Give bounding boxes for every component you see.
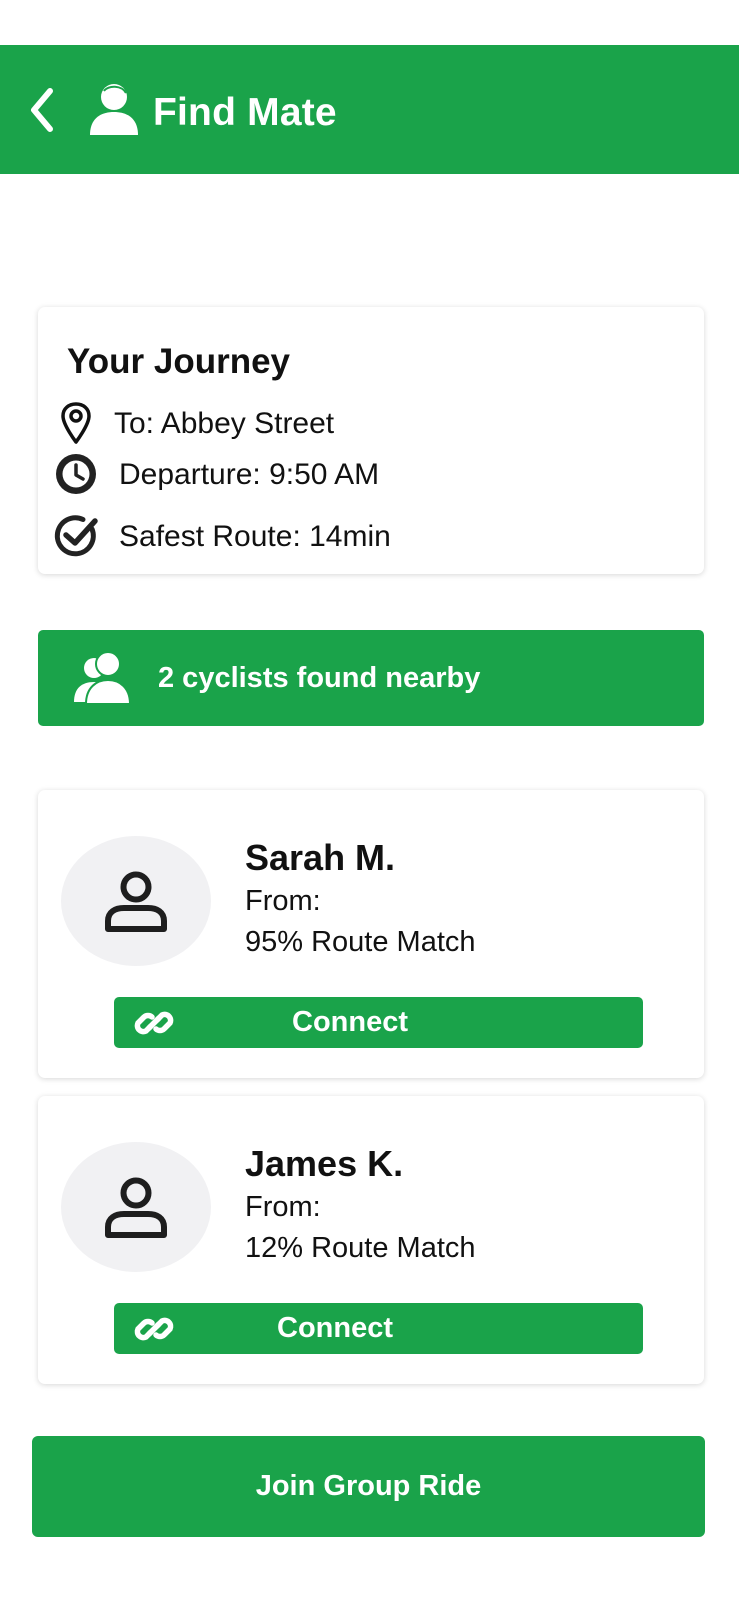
app-header: Find Mate: [0, 45, 739, 174]
destination-row: To: Abbey Street: [52, 399, 692, 449]
mate-route-match: 95% Route Match: [245, 926, 476, 958]
back-button[interactable]: [22, 82, 62, 138]
connect-label: Connect: [292, 1006, 408, 1038]
mate-name: Sarah M.: [245, 837, 396, 878]
mate-from: From:: [245, 885, 321, 917]
check-circle-icon: [52, 512, 100, 560]
cyclists-found-text: 2 cyclists found nearby: [158, 662, 481, 694]
link-icon: [134, 1317, 174, 1341]
mate-name: James K.: [245, 1143, 404, 1184]
link-icon: [134, 1011, 174, 1035]
connect-button[interactable]: Connect: [114, 1303, 643, 1354]
route-text: Safest Route: 14min: [119, 520, 391, 553]
mate-from: From:: [245, 1191, 321, 1223]
chevron-left-icon: [31, 88, 53, 132]
mate-card: Sarah M. From: 95% Route Match Connect: [38, 790, 704, 1078]
location-pin-icon: [52, 399, 100, 447]
clock-icon: [52, 450, 100, 498]
avatar: [61, 1142, 211, 1272]
user-icon: [105, 871, 167, 932]
mate-card: James K. From: 12% Route Match Connect: [38, 1096, 704, 1384]
journey-card: Your Journey To: Abbey Street Departure:…: [38, 307, 704, 574]
departure-row: Departure: 9:50 AM: [52, 450, 692, 500]
person-icon: [90, 84, 138, 135]
page-title: Find Mate: [153, 91, 337, 134]
group-icon: [74, 651, 132, 705]
connect-label: Connect: [277, 1312, 393, 1344]
destination-text: To: Abbey Street: [114, 407, 335, 440]
mate-route-match: 12% Route Match: [245, 1232, 476, 1264]
departure-text: Departure: 9:50 AM: [119, 458, 380, 491]
user-icon: [105, 1177, 167, 1238]
avatar: [61, 836, 211, 966]
connect-button[interactable]: Connect: [114, 997, 643, 1048]
route-row: Safest Route: 14min: [52, 512, 692, 562]
cyclists-found-banner: 2 cyclists found nearby: [38, 630, 704, 726]
journey-title: Your Journey: [67, 342, 291, 381]
join-group-ride-button[interactable]: Join Group Ride: [32, 1436, 705, 1537]
